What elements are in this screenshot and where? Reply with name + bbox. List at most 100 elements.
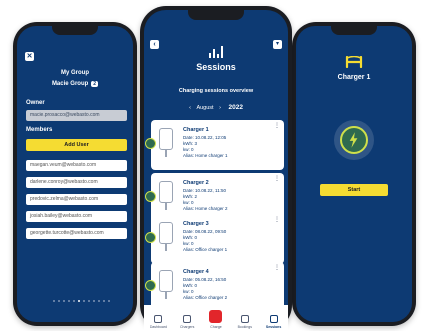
member-email-field[interactable]: josiah.bailey@webasto.com: [26, 211, 127, 222]
session-kwh: kWh: 3: [183, 141, 198, 146]
session-card[interactable]: Charger 1 Date: 10.08.22, 12:05 kWh: 3 k…: [145, 120, 284, 170]
more-options-icon[interactable]: ⋮: [274, 265, 280, 271]
month-selector: ‹ August › 2022: [144, 104, 288, 111]
session-alias: Alias: Home charger 1: [183, 153, 228, 158]
page-dot: [83, 300, 85, 302]
owner-label: Owner: [26, 100, 45, 106]
tab-label: Bookings: [237, 325, 252, 329]
session-date: Date: 10.08.22, 12:05: [183, 135, 227, 140]
charge-status-button[interactable]: [340, 126, 368, 154]
bar-chart-icon: [209, 44, 223, 58]
webasto-logo-icon: [345, 56, 363, 68]
plug-icon: [159, 181, 173, 210]
bar-chart-icon: [269, 315, 278, 323]
page-dot: [108, 300, 110, 302]
member-email-field[interactable]: georgette.turcotte@webasto.com: [26, 228, 127, 239]
page-subtitle: Charging sessions overview: [178, 88, 254, 94]
group-badge: 2: [91, 81, 99, 87]
phone-notch: [331, 26, 377, 35]
charger-screen: Charger 1 Start: [296, 26, 412, 322]
member-email-field[interactable]: darlene.conroy@webasto.com: [26, 177, 127, 188]
tab-label: Chargers: [179, 325, 195, 329]
tab-dashboard[interactable]: Dashboard: [147, 315, 169, 329]
tab-sessions[interactable]: Sessions: [263, 315, 285, 329]
phone-notch: [188, 10, 244, 20]
owner-email-field: macie.prosacco@webasto.com: [26, 110, 127, 121]
tab-charge[interactable]: Charge: [205, 310, 227, 329]
app-showcase: ✕ My Group Macie Group 2 Owner macie.pros…: [0, 0, 429, 331]
bolt-icon: [349, 132, 358, 148]
phone-notch: [52, 26, 98, 35]
session-charger-name: Charger 1: [183, 127, 209, 133]
session-alias: Alias: Office charger 1: [183, 247, 228, 252]
page-dot-active: [78, 300, 80, 302]
more-options-icon[interactable]: ⋮: [274, 176, 280, 182]
session-charger-name: Charger 2: [183, 180, 209, 186]
phone-charger-detail: Charger 1 Start: [292, 22, 416, 326]
group-name-label: Macie Group: [51, 81, 89, 87]
session-kw: kw: 0: [183, 241, 194, 246]
bolt-icon: [145, 280, 156, 291]
start-button[interactable]: Start: [320, 184, 388, 196]
session-kw: kw: 0: [183, 147, 194, 152]
filter-icon[interactable]: ▾: [273, 40, 282, 49]
more-options-icon[interactable]: ⋮: [274, 123, 280, 129]
add-user-button[interactable]: Add User: [26, 139, 127, 151]
session-date: Date: 08.08.22, 09:50: [183, 229, 227, 234]
page-dot: [63, 300, 65, 302]
bottom-tab-bar: Dashboard Chargers Charge Bookings Sessi…: [144, 305, 288, 331]
members-label: Members: [26, 127, 53, 133]
charge-status-ring: [334, 120, 374, 160]
group-screen: ✕ My Group Macie Group 2 Owner macie.pros…: [17, 26, 133, 322]
plug-icon: [159, 128, 173, 157]
plug-icon: [183, 315, 192, 323]
phone-group-management: ✕ My Group Macie Group 2 Owner macie.pros…: [13, 22, 137, 326]
bolt-icon: [209, 310, 223, 323]
page-dot: [98, 300, 100, 302]
page-dot: [93, 300, 95, 302]
plug-icon: [159, 222, 173, 251]
tab-chargers[interactable]: Chargers: [176, 315, 198, 329]
session-kwh: kWh: 0: [183, 283, 198, 288]
next-month-button[interactable]: ›: [219, 105, 221, 111]
calendar-icon: [240, 315, 249, 323]
session-kw: kw: 0: [183, 200, 194, 205]
member-email-field[interactable]: maegan.veum@webasto.com: [26, 160, 127, 171]
session-kwh: kWh: 2: [183, 194, 198, 199]
page-dot: [73, 300, 75, 302]
more-options-icon[interactable]: ⋮: [274, 217, 280, 223]
phone-sessions: ‹ ▾ Sessions Charging sessions overview …: [140, 6, 292, 331]
plug-icon: [159, 270, 173, 299]
sessions-screen: ‹ ▾ Sessions Charging sessions overview …: [144, 10, 288, 331]
year-label: 2022: [228, 104, 243, 111]
session-kwh: kWh: 0: [183, 235, 198, 240]
session-date: Date: 10.08.22, 11:50: [183, 188, 226, 193]
tab-label: Dashboard: [149, 325, 167, 329]
month-label: August: [196, 105, 214, 111]
page-title: My Group: [61, 70, 89, 76]
charger-title: Charger 1: [337, 74, 371, 81]
prev-month-button[interactable]: ‹: [189, 105, 191, 111]
session-card[interactable]: Charger 3 Date: 08.08.22, 09:50 kWh: 0 k…: [145, 214, 284, 264]
session-date: Date: 05.08.22, 16:50: [183, 277, 227, 282]
back-icon[interactable]: ‹: [150, 40, 159, 49]
page-dot: [103, 300, 105, 302]
session-charger-name: Charger 3: [183, 221, 209, 227]
close-icon[interactable]: ✕: [25, 52, 34, 61]
page-dot: [68, 300, 70, 302]
page-dot: [53, 300, 55, 302]
bolt-icon: [145, 138, 156, 149]
tab-label: Sessions: [265, 325, 282, 329]
session-charger-name: Charger 4: [183, 269, 209, 275]
page-dot: [58, 300, 60, 302]
tab-bookings[interactable]: Bookings: [234, 315, 256, 329]
session-alias: Alias: Home charger 2: [183, 206, 228, 211]
member-email-field[interactable]: predovic.zelma@webasto.com: [26, 194, 127, 205]
group-name: Macie Group 2: [17, 81, 133, 87]
session-kw: kw: 0: [183, 289, 194, 294]
page-dot: [88, 300, 90, 302]
tab-label: Charge: [210, 325, 222, 329]
bolt-icon: [145, 232, 156, 243]
session-alias: Alias: Office charger 2: [183, 295, 228, 300]
dashboard-icon: [154, 315, 163, 323]
